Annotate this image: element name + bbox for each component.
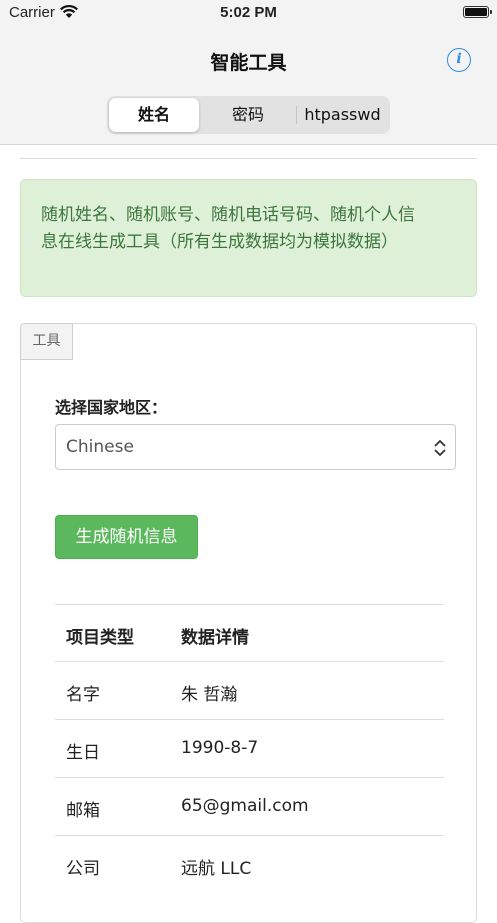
table-header-row: 项目类型 数据详情 xyxy=(55,604,444,661)
header-detail: 数据详情 xyxy=(181,628,249,648)
row-label: 邮箱 xyxy=(66,801,100,821)
row-label: 名字 xyxy=(66,685,100,705)
panel-tab-tools[interactable]: 工具 xyxy=(20,323,73,360)
row-label: 公司 xyxy=(66,859,100,879)
table-row: 生日 1990-8-7 xyxy=(55,719,444,777)
tab-password[interactable]: 密码 xyxy=(201,98,295,132)
info-alert: 随机姓名、随机账号、随机电话号码、随机个人信息在线生成工具（所有生成数据均为模拟… xyxy=(20,179,477,297)
chevron-updown-icon xyxy=(434,439,446,457)
region-select-value: Chinese xyxy=(66,437,134,457)
row-value: 65@gmail.com xyxy=(181,796,309,816)
alert-text: 随机姓名、随机账号、随机电话号码、随机个人信息在线生成工具（所有生成数据均为模拟… xyxy=(41,205,415,252)
table-row: 公司 远航 LLC xyxy=(55,835,444,893)
row-value: 1990-8-7 xyxy=(181,738,259,758)
segmented-control: 姓名 密码 htpasswd xyxy=(107,96,390,134)
info-icon[interactable]: i xyxy=(447,48,471,72)
row-value: 朱 哲瀚 xyxy=(181,685,238,705)
row-value: 远航 LLC xyxy=(181,859,252,879)
status-bar: Carrier 5:02 PM xyxy=(0,0,497,26)
region-select[interactable]: Chinese xyxy=(55,424,456,470)
result-table: 项目类型 数据详情 名字 朱 哲瀚 生日 1990-8-7 邮箱 65@gmai… xyxy=(55,604,444,893)
tab-htpasswd[interactable]: htpasswd xyxy=(297,98,388,132)
divider xyxy=(20,158,477,159)
header-type: 项目类型 xyxy=(66,628,134,648)
generate-button[interactable]: 生成随机信息 xyxy=(55,515,198,559)
tab-name[interactable]: 姓名 xyxy=(109,98,199,132)
tool-panel: 工具 选择国家地区： Chinese 生成随机信息 项目类型 数据详情 名字 朱… xyxy=(20,323,477,923)
row-label: 生日 xyxy=(66,743,100,763)
region-label: 选择国家地区： xyxy=(55,398,168,417)
table-row: 邮箱 65@gmail.com xyxy=(55,777,444,835)
page-title: 智能工具 xyxy=(210,52,287,74)
table-row: 名字 朱 哲瀚 xyxy=(55,661,444,719)
clock: 5:02 PM xyxy=(220,4,277,21)
battery-icon xyxy=(463,6,492,18)
navigation-bar: 智能工具 i 姓名 密码 htpasswd xyxy=(0,26,497,145)
